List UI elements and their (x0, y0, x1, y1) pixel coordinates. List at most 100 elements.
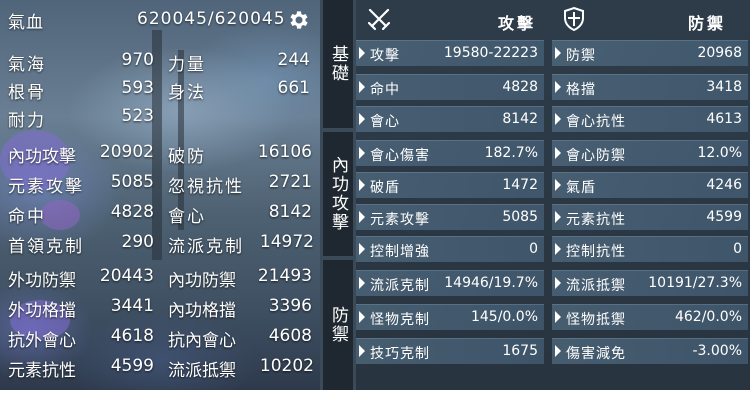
tab-defense[interactable]: 防禦 (323, 260, 353, 390)
defense-row[interactable]: 控制抗性 0 (552, 236, 748, 262)
row-value: 20968 (697, 45, 742, 61)
defense-row[interactable]: 流派抵禦 10191/27.3% (552, 270, 748, 296)
row-value: 182.7% (484, 145, 538, 161)
stat-label: 會心 (168, 207, 206, 227)
shield-icon (564, 6, 584, 32)
defense-row[interactable]: 會心抗性 4613 (552, 106, 748, 132)
attack-row[interactable]: 破盾 1472 (356, 172, 544, 198)
stat-label: 根骨 (8, 83, 46, 103)
stat-label: 元素攻擊 (8, 177, 84, 197)
defense-row[interactable]: 怪物抵禦 462/0.0% (552, 304, 748, 330)
arrow-icon (555, 311, 561, 323)
stat-label: 流派抵禦 (168, 361, 236, 381)
row-label: 流派克制 (370, 278, 430, 294)
stat-value: 4608 (268, 326, 312, 346)
stat-label: 命中 (8, 207, 46, 227)
defense-row[interactable]: 會心防禦 12.0% (552, 140, 748, 166)
defense-row[interactable]: 格擋 3418 (552, 74, 748, 100)
row-label: 傷害減免 (566, 346, 626, 362)
stat-label: 抗外會心 (8, 331, 76, 351)
row-label: 元素攻擊 (370, 212, 430, 228)
arrow-icon (359, 277, 365, 289)
defense-row[interactable]: 傷害減免 -3.00% (552, 338, 748, 364)
row-value: 4828 (502, 79, 538, 95)
arrow-icon (359, 311, 365, 323)
stat-value: 523 (121, 106, 154, 126)
row-label: 防禦 (566, 48, 596, 64)
attack-row[interactable]: 攻擊 19580-22223 (356, 40, 544, 66)
row-label: 會心防禦 (566, 148, 626, 164)
row-label: 攻擊 (370, 48, 400, 64)
row-value: 8142 (502, 111, 538, 127)
arrow-icon (359, 179, 365, 191)
stat-value: 3441 (110, 296, 154, 316)
stat-label: 內功攻擊 (8, 147, 76, 167)
stat-value: 970 (121, 50, 154, 70)
stat-value: 20443 (99, 266, 154, 286)
row-label: 怪物克制 (370, 312, 430, 328)
row-label: 會心傷害 (370, 148, 430, 164)
arrow-icon (555, 243, 561, 255)
crossed-swords-icon (367, 8, 391, 31)
attribute-summary-panel: 氣血 620045/620045 氣海 970 力量 244 根骨 593 身法… (0, 0, 320, 390)
row-label: 技巧克制 (370, 346, 430, 362)
stat-value: 4599 (110, 356, 154, 376)
stat-label: 氣海 (8, 55, 46, 75)
stat-label: 外功防禦 (8, 271, 76, 291)
attack-column-header: 攻擊 (356, 4, 546, 34)
defense-title: 防禦 (688, 14, 727, 33)
row-label: 命中 (370, 82, 400, 98)
stat-value: 20902 (99, 142, 154, 162)
attack-row[interactable]: 命中 4828 (356, 74, 544, 100)
stat-value: 661 (277, 78, 310, 98)
attack-row[interactable]: 會心 8142 (356, 106, 544, 132)
stat-value: 21493 (257, 266, 312, 286)
row-value: 462/0.0% (674, 309, 742, 325)
stat-label: 內功防禦 (168, 271, 236, 291)
arrow-icon (359, 147, 365, 159)
gear-icon[interactable] (286, 8, 310, 32)
row-value: 4613 (706, 111, 742, 127)
stat-value: 290 (121, 232, 154, 252)
attack-row[interactable]: 控制增強 0 (356, 236, 544, 262)
stat-value: 5085 (110, 172, 154, 192)
stat-label: 身法 (168, 83, 206, 103)
attack-row[interactable]: 怪物克制 145/0.0% (356, 304, 544, 330)
defense-row[interactable]: 元素抗性 4599 (552, 204, 748, 230)
row-value: 14946/19.7% (444, 275, 538, 291)
defense-row[interactable]: 氣盾 4246 (552, 172, 748, 198)
stat-label: 元素抗性 (8, 361, 76, 381)
defense-row[interactable]: 防禦 20968 (552, 40, 748, 66)
attack-row[interactable]: 流派克制 14946/19.7% (356, 270, 544, 296)
stat-value: 244 (277, 50, 310, 70)
arrow-icon (359, 47, 365, 59)
row-value: 3418 (706, 79, 742, 95)
stat-label: 耐力 (8, 111, 46, 131)
row-label: 會心 (370, 114, 400, 130)
row-label: 流派抵禦 (566, 278, 626, 294)
stat-label: 忽視抗性 (168, 177, 244, 197)
row-value: 1675 (502, 343, 538, 359)
arrow-icon (359, 345, 365, 357)
row-label: 破盾 (370, 180, 400, 196)
attack-row[interactable]: 會心傷害 182.7% (356, 140, 544, 166)
row-value: 4246 (706, 177, 742, 193)
stat-label: 力量 (168, 55, 206, 75)
row-value: 1472 (502, 177, 538, 193)
bottom-border (0, 390, 750, 400)
stat-value: 4618 (110, 326, 154, 346)
row-value: 145/0.0% (470, 309, 538, 325)
row-value: 0 (529, 241, 538, 257)
row-value: 10191/27.3% (648, 275, 742, 291)
stat-value: 8142 (268, 202, 312, 222)
arrow-icon (555, 113, 561, 125)
stat-value: 14972 (259, 232, 314, 252)
attack-row[interactable]: 元素攻擊 5085 (356, 204, 544, 230)
tab-basic[interactable]: 基礎 (323, 0, 353, 128)
attack-row[interactable]: 技巧克制 1675 (356, 338, 544, 364)
row-label: 格擋 (566, 82, 596, 98)
arrow-icon (359, 243, 365, 255)
stat-value: 4828 (110, 202, 154, 222)
tab-internal-attack[interactable]: 內功攻擊 (323, 132, 353, 256)
stat-label: 外功格擋 (8, 301, 76, 321)
